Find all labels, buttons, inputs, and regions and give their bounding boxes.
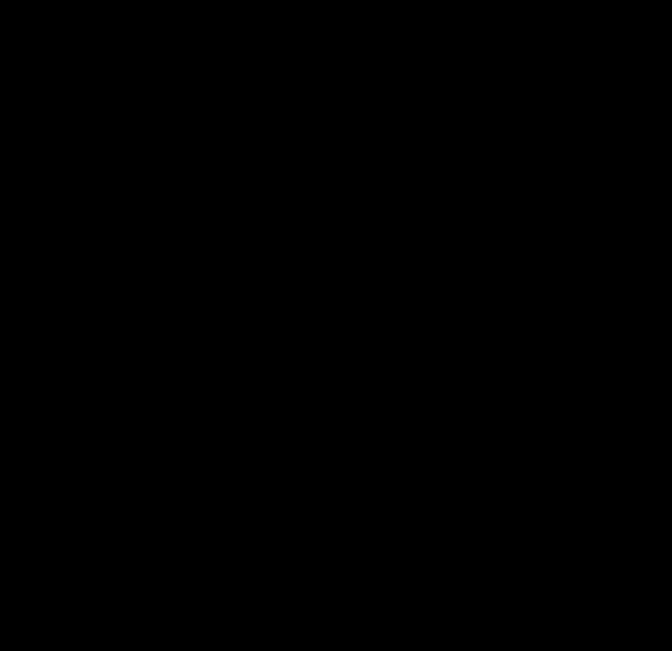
menu-item-settings[interactable]: Settings (132, 535, 482, 573)
menu-label: Settings (168, 546, 468, 562)
taskbar-time: 2:30 PM (545, 592, 594, 608)
menu-label: Task Manager (168, 461, 468, 477)
menu-label: Cascade windows (168, 300, 468, 316)
menu-item-toolbars[interactable]: Toolbars (132, 81, 482, 119)
menu-label: Show Windows Ink Workspace button (168, 215, 468, 231)
menu-label: Show touch keyboard button (168, 253, 468, 269)
menu-item-show-ink-workspace[interactable]: Show Windows Ink Workspace button (132, 204, 482, 242)
menu-item-windows-stacked: Show windows stacked (132, 327, 482, 365)
menu-label: Show Task View button (168, 177, 468, 193)
menu-label: Lock the taskbar (168, 508, 468, 524)
menu-label: Show the desktop (168, 414, 468, 430)
gear-icon (142, 546, 168, 562)
task-view-icon (34, 598, 54, 618)
menu-separator (144, 492, 470, 493)
taskbar: 2:30 PM 3/7/2017 (20, 587, 652, 629)
menu-label: Toolbars (168, 92, 452, 108)
menu-label: Show windows stacked (168, 338, 468, 354)
checkmark-icon (142, 508, 168, 524)
taskbar-task-view-button[interactable] (20, 587, 68, 629)
menu-item-show-desktop[interactable]: Show the desktop (132, 403, 482, 441)
menu-item-lock-taskbar[interactable]: Lock the taskbar (132, 497, 482, 535)
chevron-right-icon (452, 94, 468, 106)
menu-label: Search (168, 139, 452, 155)
menu-item-windows-side-by-side: Show windows side by side (132, 365, 482, 403)
menu-label: Show windows side by side (168, 376, 468, 392)
menu-separator (144, 284, 470, 285)
taskbar-action-center-button[interactable] (604, 587, 652, 629)
menu-separator (144, 445, 470, 446)
taskbar-clock[interactable]: 2:30 PM 3/7/2017 (539, 592, 604, 623)
taskbar-date: 3/7/2017 (545, 608, 594, 624)
menu-item-show-task-view[interactable]: Show Task View button (132, 166, 482, 204)
chevron-right-icon (452, 141, 468, 153)
menu-item-cascade-windows: Cascade windows (132, 289, 482, 327)
menu-item-search[interactable]: Search (132, 128, 482, 166)
menu-item-task-manager[interactable]: Task Manager (132, 450, 482, 488)
notifications-icon (618, 599, 638, 617)
menu-separator (144, 123, 470, 124)
taskbar-context-menu: Toolbars Search Show Task View button Sh… (131, 76, 483, 578)
checkmark-icon (142, 253, 168, 269)
menu-item-show-touch-keyboard[interactable]: Show touch keyboard button (132, 242, 482, 280)
